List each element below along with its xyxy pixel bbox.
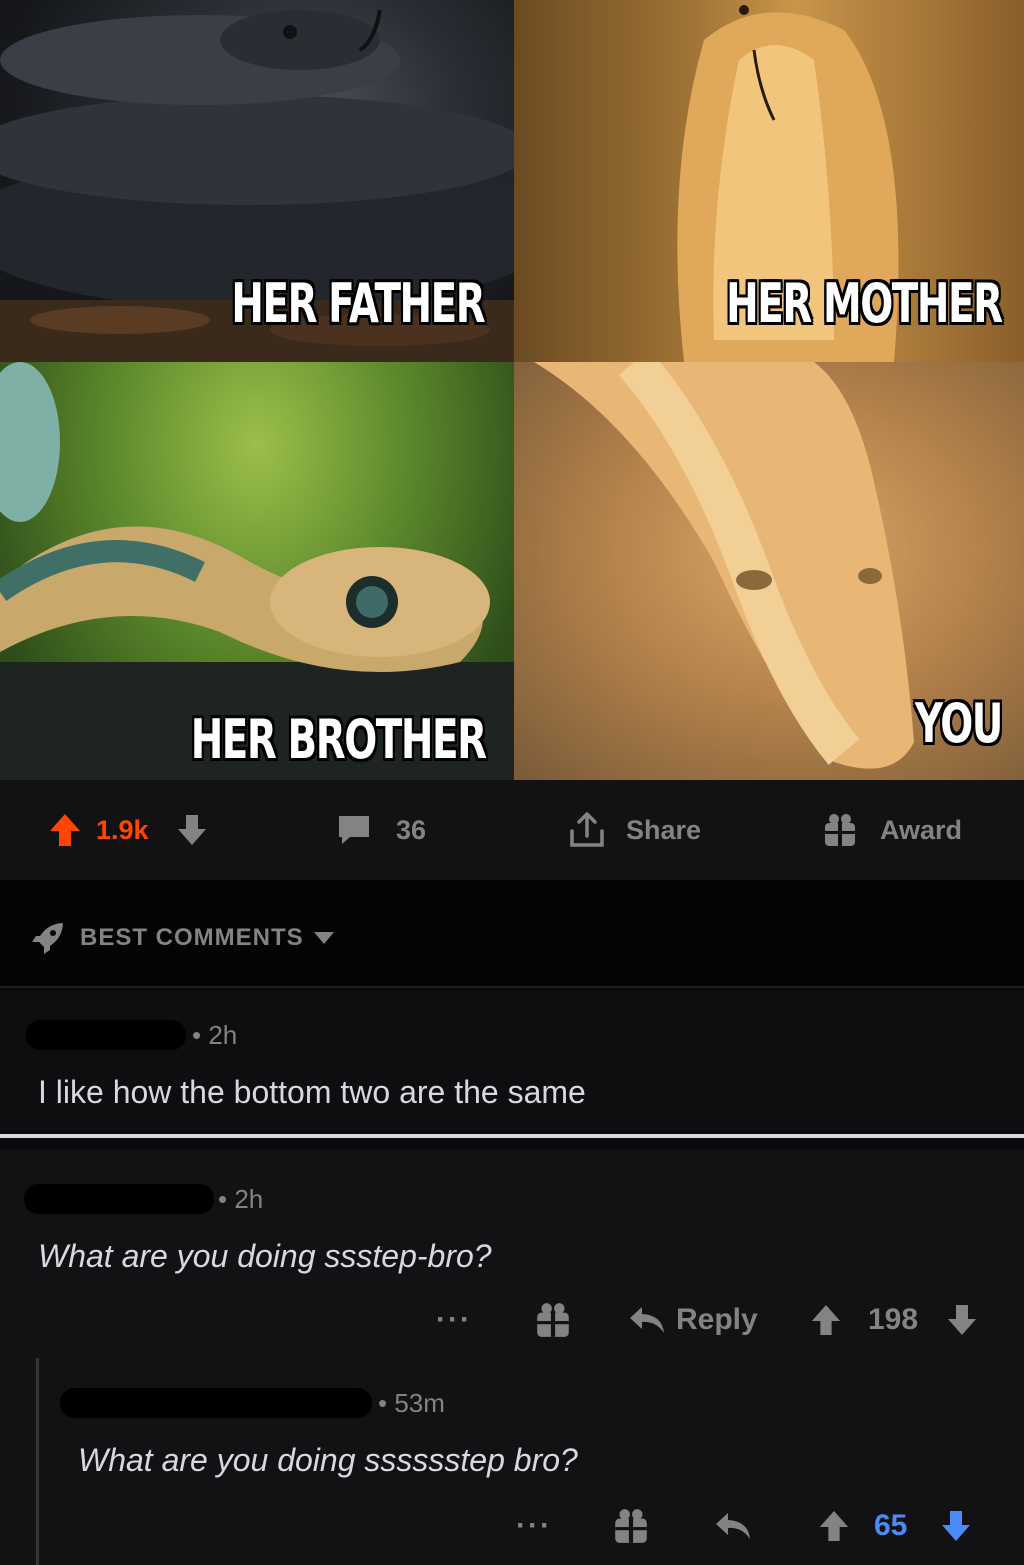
comment-count: 36 — [396, 814, 427, 845]
share-button[interactable]: Share — [568, 810, 701, 850]
more-options-button[interactable]: ··· — [516, 1504, 552, 1548]
comment-timestamp: • 2h — [218, 1184, 264, 1214]
chevron-down-icon — [313, 932, 334, 944]
meme-panel-mother: HER MOTHER — [514, 0, 1024, 362]
meme-image: HER FATHER HER MOTHER HER BROTHER YOU — [0, 0, 1024, 780]
caption-you: YOU — [914, 692, 1004, 755]
reply-button[interactable] — [714, 1504, 752, 1548]
caption-her-mother: HER MOTHER — [726, 272, 1004, 335]
comment-thread: • 2h What are you doing ssstep-bro? ··· … — [0, 1150, 1024, 1565]
comment-score: 198 — [868, 1303, 919, 1336]
reply-arrow-icon — [630, 1307, 664, 1333]
post-score: 1.9k — [96, 814, 149, 845]
rocket-icon — [32, 923, 63, 954]
downvote-arrow-icon — [942, 1511, 970, 1541]
divider — [0, 1134, 1024, 1138]
award-button[interactable] — [612, 1504, 650, 1548]
gift-icon — [615, 1509, 647, 1543]
share-label: Share — [626, 814, 702, 845]
downvote-arrow-icon — [948, 1305, 976, 1335]
award-label: Award — [880, 814, 963, 845]
comment-body: I like how the bottom two are the same — [38, 1074, 586, 1110]
gift-icon — [825, 814, 855, 846]
more-options-button[interactable]: ··· — [436, 1298, 472, 1342]
comment-actions: ··· Reply 198 — [0, 1298, 1024, 1342]
gift-icon — [537, 1303, 569, 1337]
comment-timestamp: • 2h — [192, 1020, 238, 1050]
redacted-username — [60, 1388, 372, 1418]
upvote-button[interactable] — [48, 810, 82, 850]
reply-arrow-icon — [716, 1513, 750, 1539]
comments-button[interactable]: 36 — [336, 810, 426, 850]
downvote-button[interactable] — [176, 810, 208, 850]
sort-dropdown[interactable]: BEST COMMENTS — [30, 920, 336, 956]
share-icon — [570, 812, 604, 847]
caption-her-brother: HER BROTHER — [191, 708, 487, 771]
comment-body: What are you doing ssstep-bro? — [38, 1238, 492, 1274]
upvote-arrow-icon — [811, 1304, 841, 1336]
downvote-button[interactable] — [946, 1298, 978, 1342]
comment-score: 65 — [874, 1509, 908, 1542]
upvote-arrow-icon — [50, 814, 80, 846]
comment-body: What are you doing sssssstep bro? — [78, 1442, 578, 1478]
award-button[interactable]: Award — [822, 810, 962, 850]
reply-label: Reply — [676, 1303, 758, 1336]
redacted-username — [24, 1184, 214, 1214]
redacted-username — [26, 1020, 186, 1050]
meme-panel-father: HER FATHER — [0, 0, 514, 362]
comment-timestamp: • 53m — [378, 1388, 445, 1418]
upvote-button[interactable] — [810, 1298, 842, 1342]
upvote-button[interactable] — [818, 1504, 850, 1548]
downvote-button[interactable] — [940, 1504, 972, 1548]
comment-actions: ··· 65 — [0, 1504, 1024, 1548]
meme-panel-you: YOU — [514, 362, 1024, 780]
comment: • 2h I like how the bottom two are the s… — [0, 990, 1024, 1130]
comment-bubble-icon — [339, 816, 369, 844]
award-button[interactable] — [534, 1298, 572, 1342]
sort-label: BEST COMMENTS — [80, 924, 304, 951]
comment-sort-bar: BEST COMMENTS — [0, 880, 1024, 988]
upvote-arrow-icon — [819, 1510, 849, 1542]
caption-her-father: HER FATHER — [231, 272, 485, 335]
reply-button[interactable]: Reply — [628, 1298, 758, 1342]
post-action-bar: 1.9k 36 Share Award — [0, 780, 1024, 880]
meme-panel-brother: HER BROTHER — [0, 362, 514, 780]
downvote-arrow-icon — [178, 815, 206, 845]
